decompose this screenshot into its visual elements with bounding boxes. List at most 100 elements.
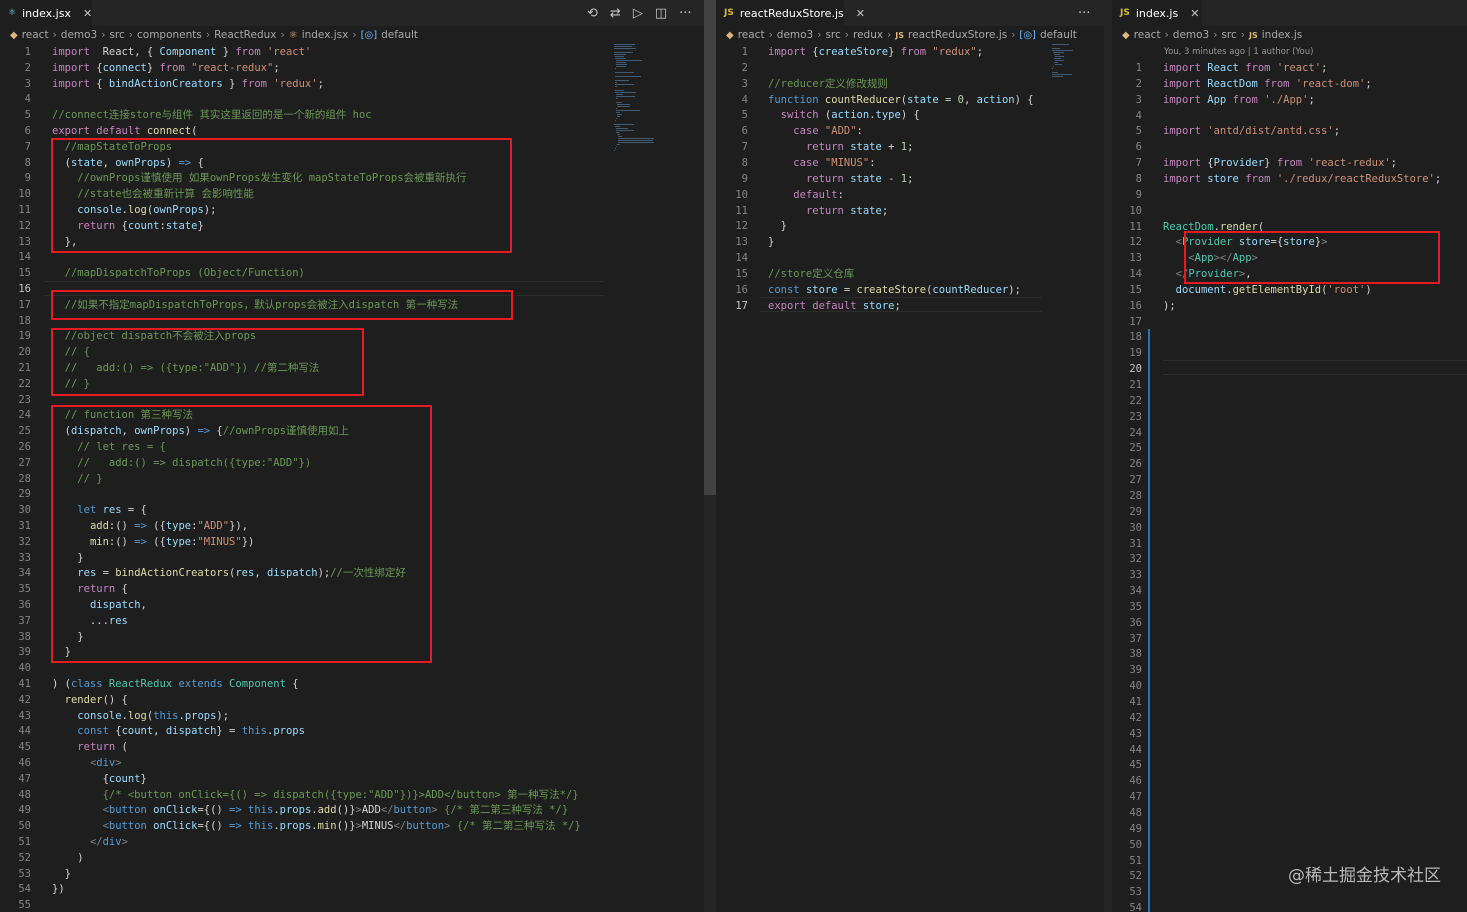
line-number: 26 xyxy=(18,441,31,453)
chevron-right-icon: › xyxy=(1213,29,1218,41)
split-editor-icon[interactable]: ◫ xyxy=(655,6,667,21)
minimap-line xyxy=(614,150,615,151)
line-number: 16 xyxy=(735,283,748,296)
code-line: import 'antd/dist/antd.css'; xyxy=(1163,125,1341,138)
minimap-line xyxy=(615,148,616,149)
line-number: 20 xyxy=(18,346,31,359)
tab-index-js[interactable]: JS index.js ✕ xyxy=(1112,0,1202,26)
code-line: import { bindActionCreators } from 'redu… xyxy=(52,77,324,90)
line-number: 7 xyxy=(24,140,31,153)
minimap-line xyxy=(615,90,624,91)
scrollbar-thumb[interactable] xyxy=(704,0,716,495)
code-line: ); xyxy=(1163,299,1176,312)
breadcrumb-item[interactable]: demo3 xyxy=(61,29,97,41)
line-number: 4 xyxy=(1135,109,1142,122)
line-number: 43 xyxy=(18,709,31,722)
minimap-line xyxy=(618,138,654,139)
breadcrumb-item[interactable]: react xyxy=(22,29,49,41)
chevron-right-icon: › xyxy=(768,29,773,41)
line-number: 13 xyxy=(1129,252,1142,265)
code-line: return ( xyxy=(77,741,128,754)
minimap-line xyxy=(615,72,634,73)
breadcrumb-item[interactable]: react xyxy=(1134,29,1161,41)
line-number: 12 xyxy=(1129,236,1142,249)
breadcrumb-item[interactable]: demo3 xyxy=(777,29,813,41)
breadcrumb-item[interactable]: src xyxy=(1221,29,1236,41)
minimap-line xyxy=(615,86,617,87)
close-icon[interactable]: ✕ xyxy=(856,7,865,20)
line-number: 25 xyxy=(18,425,31,438)
code-line: import {Provider} from 'react-redux'; xyxy=(1163,157,1397,170)
line-number: 19 xyxy=(1129,347,1142,360)
more-actions-icon[interactable]: ··· xyxy=(679,6,691,21)
minimap[interactable] xyxy=(614,44,674,154)
code-line: console.log(this.props); xyxy=(77,709,230,722)
minimap-line xyxy=(616,66,626,67)
code-line: import {connect} from "react-redux"; xyxy=(52,61,280,74)
minimap-line xyxy=(618,136,622,137)
breadcrumb-item[interactable]: src xyxy=(109,29,124,41)
line-number: 13 xyxy=(18,235,31,248)
chevron-right-icon: › xyxy=(52,29,57,41)
line-number: 17 xyxy=(1129,315,1142,328)
tab-reactReduxStore-js[interactable]: JS reactReduxStore.js ✕ xyxy=(716,0,865,26)
line-number: 48 xyxy=(18,788,31,801)
minimap-line xyxy=(616,62,626,63)
run-icon[interactable]: ▷ xyxy=(633,6,643,21)
code-line: export default connect( xyxy=(52,125,198,137)
codelens-blame[interactable]: You, 3 minutes ago | 1 author (You) xyxy=(1164,47,1313,57)
line-number: 33 xyxy=(1129,569,1142,582)
highlight-box-provider xyxy=(1184,231,1440,284)
scrollbar-gutter[interactable] xyxy=(704,0,716,912)
code-line: case "ADD": xyxy=(793,125,863,138)
minimap-line xyxy=(618,142,654,143)
line-number: 42 xyxy=(18,693,31,706)
breadcrumb-item[interactable]: react xyxy=(738,29,765,41)
line-number: 26 xyxy=(1129,458,1142,471)
folder-icon: ◆ xyxy=(726,29,734,41)
breadcrumb-item[interactable]: index.jsx xyxy=(302,29,349,41)
minimap-line xyxy=(616,96,635,97)
line-number: 8 xyxy=(24,156,31,169)
tab-index-jsx[interactable]: ⚛ index.jsx ✕ xyxy=(0,0,92,26)
breadcrumb-item[interactable]: default xyxy=(1040,29,1077,41)
minimap-line xyxy=(616,94,623,95)
minimap[interactable] xyxy=(1052,44,1096,78)
minimap-line xyxy=(617,106,630,107)
line-number: 32 xyxy=(1129,553,1142,566)
breadcrumb-item[interactable]: redux xyxy=(853,29,883,41)
git-change-indicator xyxy=(1148,329,1150,912)
highlight-box-default-dispatch xyxy=(51,290,513,320)
breadcrumb-item[interactable]: src xyxy=(825,29,840,41)
breadcrumb-item[interactable]: reactReduxStore.js xyxy=(908,29,1007,41)
scrollbar-gutter[interactable] xyxy=(1104,0,1112,912)
line-number: 43 xyxy=(1129,727,1142,740)
line-number: 51 xyxy=(18,836,31,848)
timeline-icon[interactable]: ⟲ xyxy=(587,6,598,21)
breadcrumb-item[interactable]: index.js xyxy=(1262,29,1302,41)
minimap-line xyxy=(1052,68,1053,69)
code-line: function countReducer(state = 0, action)… xyxy=(768,93,1034,106)
line-number: 42 xyxy=(1129,711,1142,724)
close-icon[interactable]: ✕ xyxy=(83,7,92,20)
line-number: 47 xyxy=(18,772,31,785)
js-file-icon: JS xyxy=(1249,30,1258,40)
minimap-line xyxy=(615,80,629,81)
line-number: 32 xyxy=(18,535,31,548)
line-number: 16 xyxy=(18,283,31,295)
breadcrumb-item[interactable]: components xyxy=(137,29,202,41)
folder-icon: ◆ xyxy=(10,29,18,41)
breadcrumb-item[interactable]: ReactRedux xyxy=(214,29,276,41)
line-number: 49 xyxy=(18,804,31,817)
line-number: 52 xyxy=(1129,870,1142,883)
breadcrumb-item[interactable]: default xyxy=(381,29,418,41)
code-line: export default store; xyxy=(768,299,901,312)
line-number: 36 xyxy=(18,599,31,611)
close-icon[interactable]: ✕ xyxy=(1190,7,1199,20)
line-number: 54 xyxy=(1129,902,1142,912)
more-actions-icon[interactable]: ··· xyxy=(1078,6,1090,21)
breadcrumb-item[interactable]: demo3 xyxy=(1173,29,1209,41)
code-line: case "MINUS": xyxy=(793,156,876,169)
line-number: 3 xyxy=(24,77,31,90)
compare-icon[interactable]: ⇄ xyxy=(610,6,621,21)
